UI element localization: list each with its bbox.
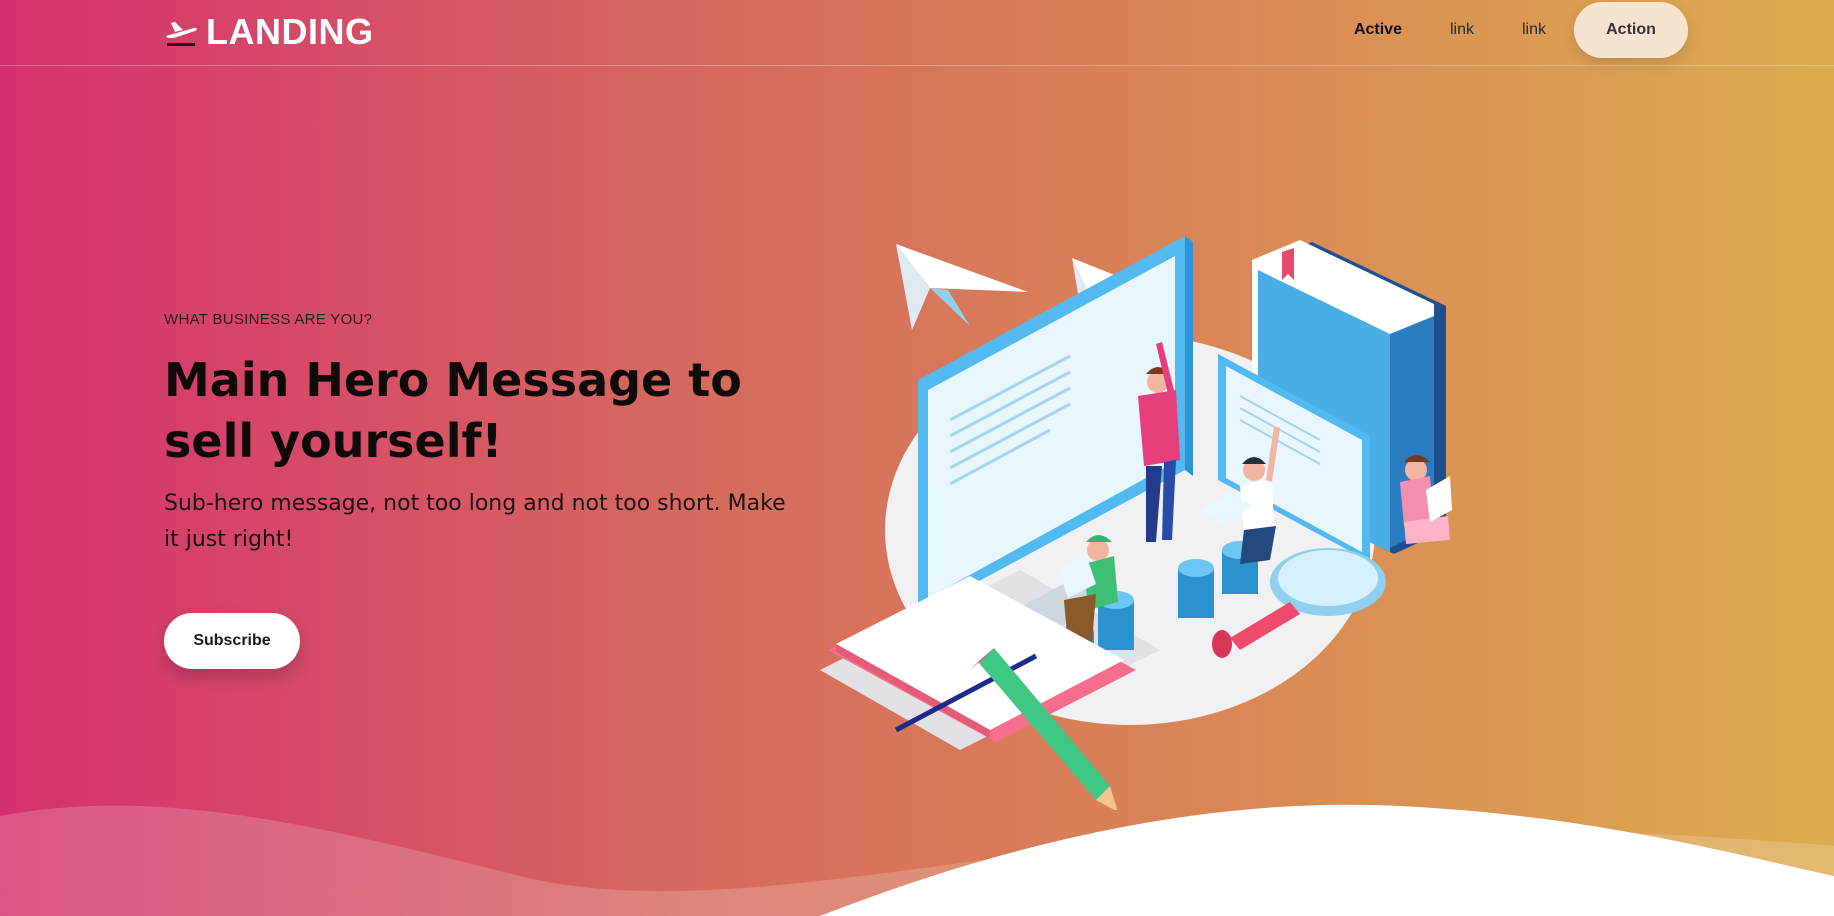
brand-link[interactable]: LANDING <box>164 8 374 56</box>
main-nav: Active link link Action <box>1330 2 1688 58</box>
nav-item-link-1[interactable]: link <box>1426 2 1498 58</box>
brand-name: LANDING <box>206 11 374 52</box>
landing-page: LANDING Active link link Action WHAT BUS… <box>0 0 1834 916</box>
hero-illustration <box>820 236 1452 810</box>
hero-subtitle: Sub-hero message, not too long and not t… <box>164 491 786 552</box>
airplane-takeoff-icon <box>164 16 198 48</box>
nav-item-link-2[interactable]: link <box>1498 2 1570 58</box>
subscribe-button[interactable]: Subscribe <box>164 613 300 669</box>
action-button[interactable]: Action <box>1574 2 1688 58</box>
top-navbar: LANDING Active link link Action <box>0 0 1834 66</box>
paper-plane-icon <box>896 244 1028 330</box>
nav-item-active[interactable]: Active <box>1330 2 1426 58</box>
bottom-wave <box>0 804 1834 916</box>
hero-title: Main Hero Message to sell yourself! <box>164 353 742 468</box>
hero-eyebrow: WHAT BUSINESS ARE YOU? <box>164 311 373 328</box>
